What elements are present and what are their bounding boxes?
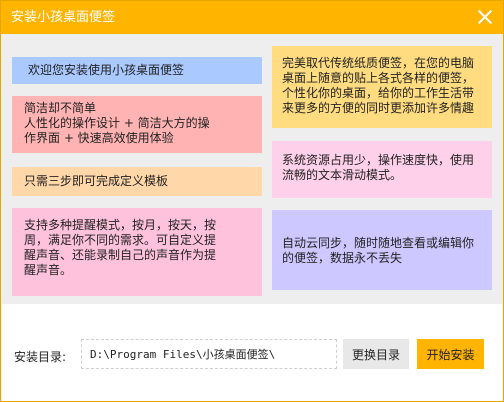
title-bar[interactable]: 安装小孩桌面便签 — [1, 1, 503, 34]
window-title: 安装小孩桌面便签 — [11, 10, 116, 25]
note-replace-paper: 完美取代传统纸质便签，在您的电脑 桌面上随意的贴上各式各样的便签， 个性化你的桌… — [272, 46, 492, 128]
installer-window: 安装小孩桌面便签 欢迎您安装使用小孩桌面便签 简洁却不简单 人性化的操作设计 +… — [0, 0, 504, 402]
note-cloud-sync: 自动云同步，随时随地查看或编辑你 的便签，数据永不丢失 — [272, 210, 492, 290]
note-text: 简洁却不简单 人性化的操作设计 + 简洁大方的操 作界面 + 快速高效使用体验 — [24, 101, 210, 145]
feature-notes-area: 欢迎您安装使用小孩桌面便签 简洁却不简单 人性化的操作设计 + 简洁大方的操 作… — [2, 34, 502, 304]
note-welcome: 欢迎您安装使用小孩桌面便签 — [12, 57, 262, 84]
note-text: 只需三步即可完成定义模板 — [24, 174, 169, 188]
note-text: 完美取代传统纸质便签，在您的电脑 桌面上随意的贴上各式各样的便签， 个性化你的桌… — [282, 56, 475, 115]
note-reminders: 支持多种提醒模式，按月，按天，按 周，满足你不同的需求。可自定义提 醒声音、还能… — [12, 208, 262, 296]
note-simple: 简洁却不简单 人性化的操作设计 + 简洁大方的操 作界面 + 快速高效使用体验 — [12, 96, 262, 153]
change-dir-button[interactable]: 更换目录 — [343, 339, 409, 369]
start-install-button[interactable]: 开始安装 — [417, 339, 484, 369]
note-performance: 系统资源占用少，操作速度快，使用 流畅的文本滑动模式。 — [272, 141, 492, 198]
note-text: 系统资源占用少，操作速度快，使用 流畅的文本滑动模式。 — [282, 153, 475, 182]
install-dir-input[interactable] — [81, 339, 337, 369]
close-icon[interactable] — [473, 5, 497, 29]
note-template: 只需三步即可完成定义模板 — [12, 167, 262, 196]
note-text: 支持多种提醒模式，按月，按天，按 周，满足你不同的需求。可自定义提 醒声音、还能… — [24, 218, 217, 277]
install-footer: 安装目录: 更换目录 开始安装 — [2, 304, 502, 401]
note-text: 欢迎您安装使用小孩桌面便签 — [28, 63, 185, 77]
install-dir-label: 安装目录: — [14, 350, 67, 364]
note-text: 自动云同步，随时随地查看或编辑你 的便签，数据永不丢失 — [282, 236, 475, 265]
